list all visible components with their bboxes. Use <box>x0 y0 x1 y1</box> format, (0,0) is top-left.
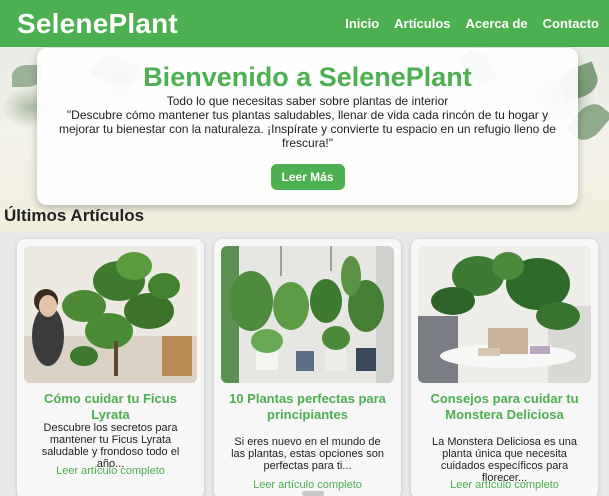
article-title[interactable]: Cómo cuidar tu Ficus Lyrata <box>17 391 204 423</box>
nav-link-contacto[interactable]: Contacto <box>543 16 599 31</box>
article-title[interactable]: Consejos para cuidar tu Monstera Delicio… <box>411 391 598 423</box>
article-description: La Monstera Deliciosa es una planta únic… <box>432 436 577 484</box>
article-description: Descubre los secretos para mantener tu F… <box>41 422 180 470</box>
nav-link-articulos[interactable]: Artículos <box>394 16 450 31</box>
read-more-button[interactable]: Leer Más <box>270 164 345 190</box>
ficus-photo-icon[interactable] <box>24 246 197 383</box>
site-logo[interactable]: SelenePlant <box>17 8 178 40</box>
article-card[interactable]: Cómo cuidar tu Ficus Lyrata Descubre los… <box>17 239 204 496</box>
article-read-link[interactable]: Leer artículo completo <box>411 479 598 491</box>
hero-quote: "Descubre cómo mantener tus plantas salu… <box>59 108 556 150</box>
shelf-plants-photo-icon[interactable] <box>221 246 394 383</box>
article-read-link[interactable]: Leer artículo completo <box>17 465 204 477</box>
hero-card: Bienvenido a SelenePlant Todo lo que nec… <box>37 48 578 205</box>
article-read-link[interactable]: Leer artículo completo <box>214 479 401 491</box>
article-description: Si eres nuevo en el mundo de las plantas… <box>231 436 384 472</box>
section-title: Últimos Artículos <box>4 206 145 225</box>
nav-menu: Inicio Artículos Acerca de Contacto <box>345 16 599 31</box>
articles-section: Cómo cuidar tu Ficus Lyrata Descubre los… <box>0 232 609 496</box>
hero-title: Bienvenido a SelenePlant <box>143 62 472 92</box>
article-title[interactable]: 10 Plantas perfectas para principiantes <box>214 391 401 423</box>
monstera-photo-icon[interactable] <box>418 246 591 383</box>
top-navbar: SelenePlant Inicio Artículos Acerca de C… <box>0 0 609 47</box>
article-card[interactable]: Consejos para cuidar tu Monstera Delicio… <box>411 239 598 496</box>
hero-subtitle: Todo lo que necesitas saber sobre planta… <box>166 94 449 108</box>
article-card[interactable]: 10 Plantas perfectas para principiantes … <box>214 239 401 496</box>
horizontal-scrollbar[interactable] <box>302 491 324 496</box>
nav-link-acerca[interactable]: Acerca de <box>466 16 528 31</box>
nav-link-inicio[interactable]: Inicio <box>345 16 379 31</box>
